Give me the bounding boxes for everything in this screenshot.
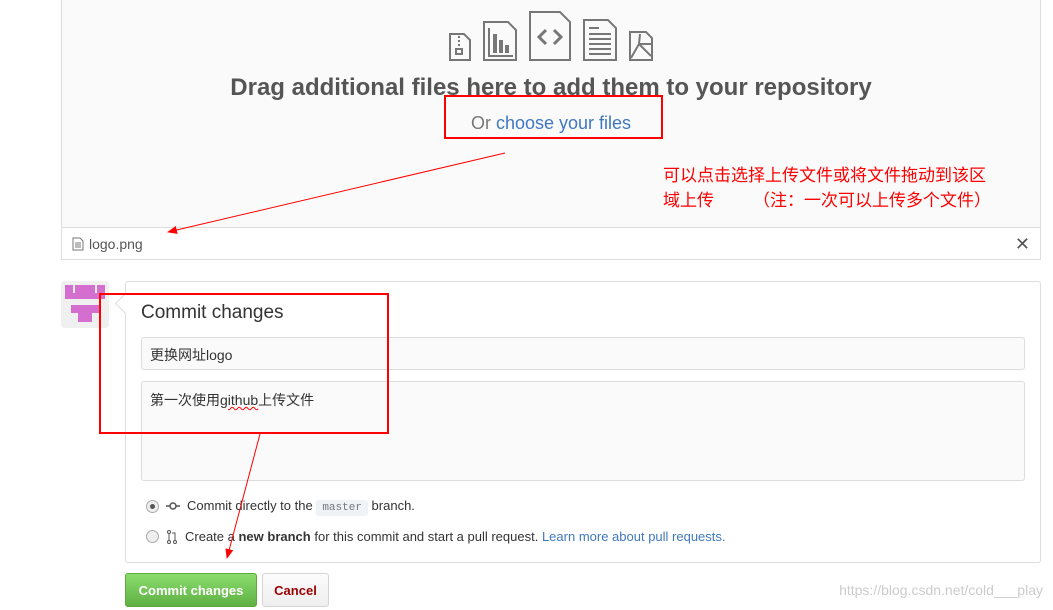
option-text: branch. xyxy=(367,498,415,513)
git-commit-icon xyxy=(166,502,180,510)
learn-more-link[interactable]: Learn more about pull requests. xyxy=(542,529,726,544)
watermark: https://blog.csdn.net/cold___play xyxy=(839,582,1043,598)
git-pull-request-icon xyxy=(167,529,177,544)
annotation-line: 可以点击选择上传文件或将文件拖动到该区 xyxy=(663,166,986,185)
radio-commit-direct[interactable] xyxy=(146,499,159,513)
cancel-button[interactable]: Cancel xyxy=(262,573,329,607)
remove-file-button[interactable]: ✕ xyxy=(1015,234,1030,255)
file-text-icon xyxy=(583,19,617,61)
uploaded-file-row: logo.png ✕ xyxy=(61,227,1041,260)
file-zip-icon xyxy=(449,33,471,61)
option-bold-text: new branch xyxy=(238,529,311,544)
option-text: for this commit and start a pull request… xyxy=(310,529,542,544)
radio-new-branch[interactable] xyxy=(146,530,159,543)
option-text: Commit directly to the xyxy=(187,498,317,513)
annotation-box-commit xyxy=(99,293,389,434)
annotation-text: 可以点击选择上传文件或将文件拖动到该区 域上传 （注：一次可以上传多个文件） xyxy=(663,163,991,213)
annotation-note: （注：一次可以上传多个文件） xyxy=(753,191,991,210)
file-pdf-icon xyxy=(629,31,653,61)
commit-changes-button[interactable]: Commit changes xyxy=(125,573,257,607)
annotation-box-choose xyxy=(444,95,663,139)
file-chart-icon xyxy=(483,21,517,61)
file-code-icon xyxy=(529,11,571,61)
commit-direct-option[interactable]: Commit directly to the master branch. xyxy=(146,498,415,516)
file-icon xyxy=(72,237,84,250)
branch-name: master xyxy=(316,500,368,516)
new-branch-option[interactable]: Create a new branch for this commit and … xyxy=(146,529,726,544)
file-name: logo.png xyxy=(89,235,143,252)
option-text: Create a xyxy=(185,529,239,544)
